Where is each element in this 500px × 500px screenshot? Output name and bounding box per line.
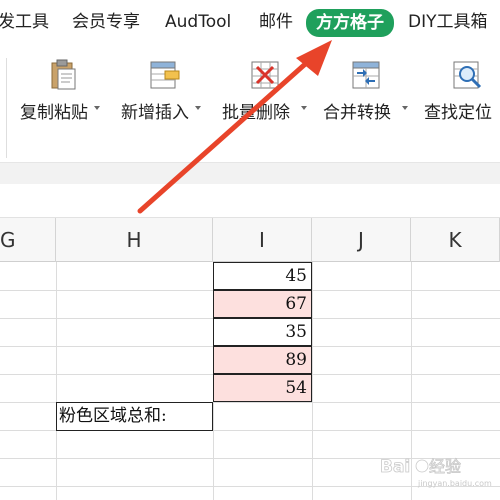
tab-member[interactable]: 会员专享 xyxy=(72,9,140,35)
copy-paste-button[interactable]: 复制粘贴 xyxy=(20,58,120,128)
grid-line xyxy=(56,262,57,500)
tab-diy-toolbox[interactable]: DIY工具箱 xyxy=(408,9,488,35)
sum-label-cell[interactable]: 粉色区域总和: xyxy=(56,402,213,431)
find-locate-button[interactable]: 查找定位 xyxy=(424,58,500,128)
batch-delete-button[interactable]: 批量删除 xyxy=(222,58,322,128)
baidu-watermark: Bai 经验 jingyan.baidu.com xyxy=(378,452,496,492)
column-header-j[interactable]: J xyxy=(312,218,411,262)
chevron-down-icon xyxy=(301,106,307,110)
tab-audtool[interactable]: AudTool xyxy=(165,9,231,35)
copy-paste-label: 复制粘贴 xyxy=(20,103,88,123)
cell-i4[interactable]: 89 xyxy=(213,346,312,374)
column-header-k[interactable]: K xyxy=(411,218,500,262)
insert-row-icon xyxy=(150,61,180,89)
chevron-down-icon xyxy=(94,106,100,110)
insert-button[interactable]: 新增插入 xyxy=(121,58,221,128)
merge-convert-button[interactable]: 合并转换 xyxy=(323,58,423,128)
merge-convert-label: 合并转换 xyxy=(323,103,391,123)
ribbon-tab-bar: 发工具 会员专享 AudTool 邮件 方方格子 DIY工具箱 xyxy=(0,0,500,44)
cell-i2[interactable]: 67 xyxy=(213,290,312,318)
cell-i1[interactable]: 45 xyxy=(213,262,312,290)
baidu-logo-icon: Bai 经验 jingyan.baidu.com xyxy=(380,457,492,488)
svg-text:经验: 经验 xyxy=(429,457,461,476)
cell-i5[interactable]: 54 xyxy=(213,374,312,402)
insert-label: 新增插入 xyxy=(121,103,189,123)
ribbon-bottom-band xyxy=(0,162,500,184)
column-header-g[interactable]: G xyxy=(0,218,56,262)
column-header-h[interactable]: H xyxy=(56,218,213,262)
formula-bar-area xyxy=(0,184,500,218)
batch-delete-icon xyxy=(251,61,279,89)
column-header-i[interactable]: I xyxy=(213,218,312,262)
tab-mail[interactable]: 邮件 xyxy=(259,9,293,35)
chevron-down-icon xyxy=(195,106,201,110)
column-header-row: G H I J K xyxy=(0,218,500,262)
svg-text:jingyan.baidu.com: jingyan.baidu.com xyxy=(417,479,492,488)
svg-text:Bai: Bai xyxy=(380,457,410,477)
find-locate-icon xyxy=(453,61,482,89)
ribbon-separator xyxy=(6,58,7,158)
tab-fangfanggezi[interactable]: 方方格子 xyxy=(306,9,394,37)
chevron-down-icon xyxy=(402,106,408,110)
merge-convert-icon xyxy=(352,61,380,89)
find-locate-label: 查找定位 xyxy=(424,103,492,123)
clipboard-paste-icon xyxy=(51,59,76,90)
batch-delete-label: 批量删除 xyxy=(222,103,290,123)
tab-developer-tools[interactable]: 发工具 xyxy=(0,9,49,35)
grid-line xyxy=(312,262,313,500)
cell-i3[interactable]: 35 xyxy=(213,318,312,346)
